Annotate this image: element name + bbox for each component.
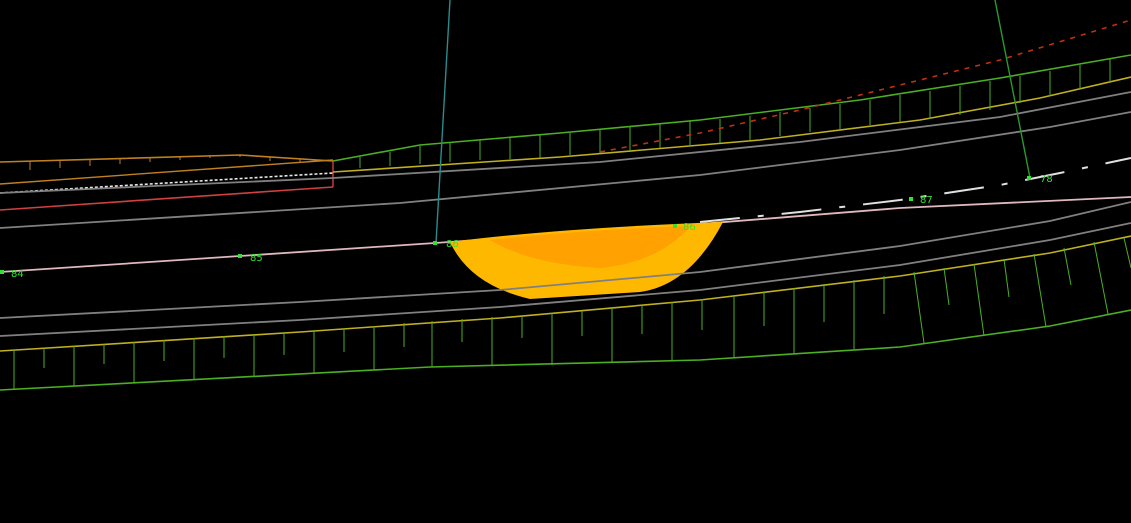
orange-edge-line	[0, 154, 334, 163]
station-marker	[0, 270, 4, 274]
station-label-85: 85	[250, 253, 263, 264]
green-leader-line	[994, 0, 1031, 179]
station-label-84: 84	[11, 269, 24, 280]
cad-viewport[interactable]: 84 85 86 86 87 78	[0, 0, 1131, 523]
gray-lane-upper-2	[0, 111, 1131, 229]
station-marker	[673, 224, 677, 228]
station-label-86: 86	[446, 239, 459, 250]
cyan-leader-line	[435, 0, 451, 244]
toe-of-slope-lower	[0, 309, 1131, 391]
road-edge-upper	[332, 76, 1131, 173]
top-of-slope-upper	[332, 54, 1131, 162]
station-marker	[238, 254, 242, 258]
slope-hatch-upper	[359, 59, 1111, 168]
station-marker	[433, 241, 437, 245]
station-marker	[909, 197, 913, 201]
station-label-87: 87	[920, 195, 933, 206]
station-label-86b: 86	[683, 222, 696, 233]
red-dashed-line	[599, 19, 1131, 153]
station-marker	[1027, 176, 1031, 180]
station-label-78: 78	[1040, 174, 1053, 185]
gray-lane-upper-1	[0, 91, 1131, 194]
